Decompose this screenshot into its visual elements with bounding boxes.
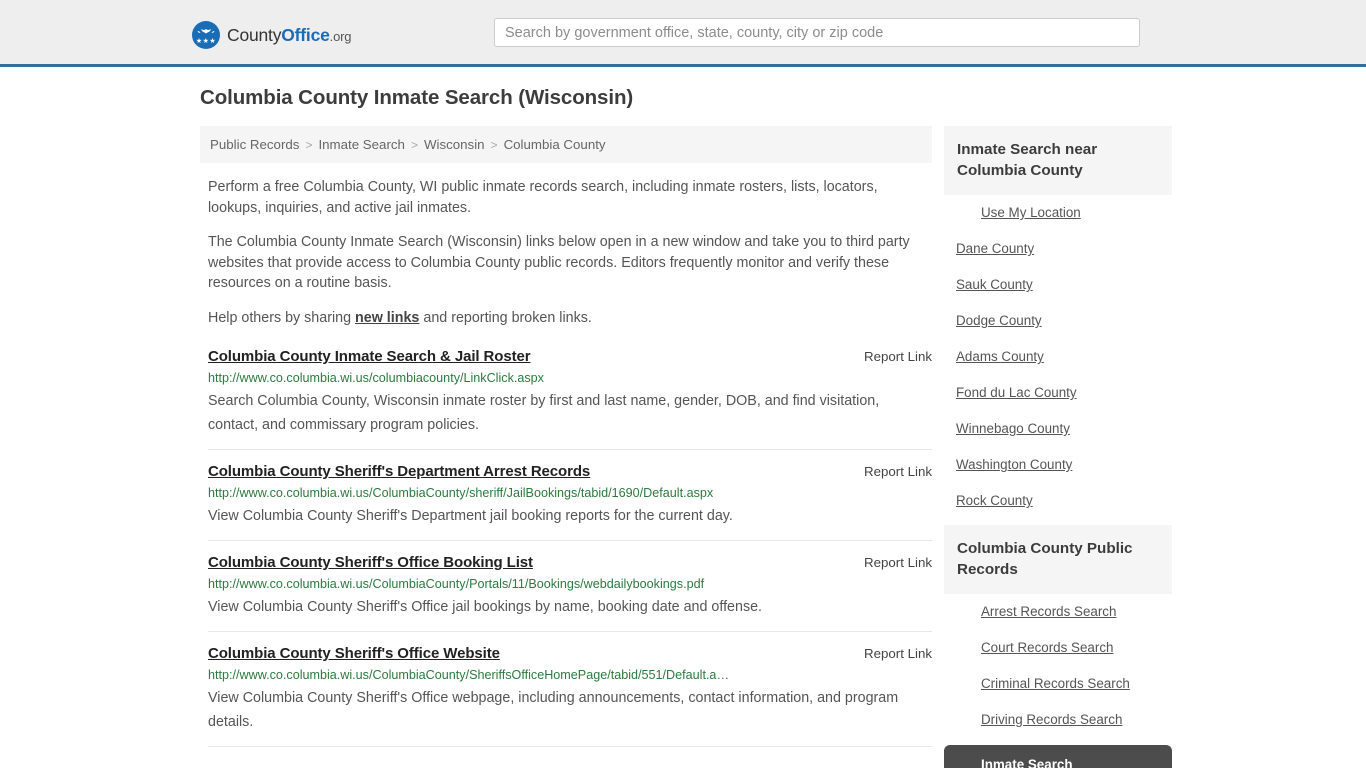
list-item: Use My Location bbox=[944, 195, 1172, 231]
report-link-button[interactable]: Report Link bbox=[850, 555, 932, 570]
sidebar-item-washington-county[interactable]: Washington County bbox=[944, 447, 1172, 483]
breadcrumb-separator: > bbox=[410, 137, 418, 152]
list-item: Winnebago County bbox=[944, 411, 1172, 447]
intro-paragraph-3: Help others by sharing new links and rep… bbox=[208, 308, 930, 329]
search-input[interactable] bbox=[494, 18, 1140, 47]
site-logo-text: CountyOffice.org bbox=[227, 25, 351, 46]
sidebar-public-records-list: Arrest Records Search Court Records Sear… bbox=[944, 594, 1172, 768]
result-description: View Columbia County Sheriff's Departmen… bbox=[208, 508, 733, 524]
list-item: Driving Records Search bbox=[944, 702, 1172, 738]
sidebar-item-use-my-location[interactable]: Use My Location bbox=[944, 195, 1172, 231]
logo-tld: .org bbox=[329, 28, 352, 44]
list-item: Fond du Lac County bbox=[944, 375, 1172, 411]
main-content: Public Records > Inmate Search > Wiscons… bbox=[200, 126, 932, 747]
new-links-link[interactable]: new links bbox=[355, 310, 419, 326]
breadcrumb-item-public-records[interactable]: Public Records bbox=[210, 137, 299, 152]
sidebar-item-adams-county[interactable]: Adams County bbox=[944, 339, 1172, 375]
result-title-link[interactable]: Columbia County Sheriff's Office Booking… bbox=[208, 554, 533, 571]
sidebar-item-dodge-county[interactable]: Dodge County bbox=[944, 303, 1172, 339]
sidebar-item-winnebago-county[interactable]: Winnebago County bbox=[944, 411, 1172, 447]
breadcrumb-item-inmate-search[interactable]: Inmate Search bbox=[318, 137, 404, 152]
result-description: View Columbia County Sheriff's Office we… bbox=[208, 690, 899, 730]
result-title-link[interactable]: Columbia County Sheriff's Department Arr… bbox=[208, 463, 590, 480]
sidebar-item-sauk-county[interactable]: Sauk County bbox=[944, 267, 1172, 303]
eagle-glyph bbox=[197, 29, 215, 34]
sidebar-nearby-list: Use My Location Dane County Sauk County … bbox=[944, 195, 1172, 519]
sidebar-item-driving-records-search[interactable]: Driving Records Search bbox=[944, 702, 1172, 738]
page-body: Columbia County Inmate Search (Wisconsin… bbox=[0, 67, 1366, 768]
sidebar-public-records-box: Columbia County Public Records Arrest Re… bbox=[944, 525, 1172, 768]
eagle-shield-icon: ★★★ bbox=[192, 21, 220, 49]
list-item: Criminal Records Search bbox=[944, 666, 1172, 702]
list-item: Sauk County bbox=[944, 267, 1172, 303]
result-title-link[interactable]: Columbia County Sheriff's Office Website bbox=[208, 645, 500, 662]
breadcrumb-separator: > bbox=[490, 137, 498, 152]
breadcrumb-separator: > bbox=[305, 137, 313, 152]
results-list: Columbia County Inmate Search & Jail Ros… bbox=[200, 348, 932, 747]
list-item: Dodge County bbox=[944, 303, 1172, 339]
result-description: View Columbia County Sheriff's Office ja… bbox=[208, 599, 763, 615]
result-item: Columbia County Sheriff's Office Website… bbox=[208, 632, 932, 747]
sidebar-public-records-heading: Columbia County Public Records bbox=[944, 525, 1172, 594]
logo-office: Office bbox=[281, 24, 330, 45]
breadcrumb-item-columbia-county[interactable]: Columbia County bbox=[504, 137, 606, 152]
sidebar-item-fond-du-lac-county[interactable]: Fond du Lac County bbox=[944, 375, 1172, 411]
result-url: http://www.co.columbia.wi.us/ColumbiaCou… bbox=[208, 668, 730, 682]
breadcrumb-item-wisconsin[interactable]: Wisconsin bbox=[424, 137, 485, 152]
intro-paragraph-2: The Columbia County Inmate Search (Wisco… bbox=[208, 234, 910, 291]
list-item: Court Records Search bbox=[944, 630, 1172, 666]
result-url: http://www.co.columbia.wi.us/columbiacou… bbox=[208, 371, 544, 385]
result-url: http://www.co.columbia.wi.us/ColumbiaCou… bbox=[208, 486, 714, 500]
sidebar: Inmate Search near Columbia County Use M… bbox=[944, 126, 1172, 768]
report-link-button[interactable]: Report Link bbox=[850, 349, 932, 364]
sidebar-item-inmate-search[interactable]: Inmate Search bbox=[944, 745, 1172, 768]
list-item: Rock County bbox=[944, 483, 1172, 519]
list-item: Washington County bbox=[944, 447, 1172, 483]
list-item: Dane County bbox=[944, 231, 1172, 267]
result-item: Columbia County Sheriff's Office Booking… bbox=[208, 541, 932, 632]
share-text-pre: Help others by sharing bbox=[208, 309, 356, 326]
stars-glyph: ★★★ bbox=[195, 38, 217, 45]
report-link-button[interactable]: Report Link bbox=[850, 464, 932, 479]
site-header: ★★★ CountyOffice.org bbox=[0, 0, 1366, 67]
result-title-link[interactable]: Columbia County Inmate Search & Jail Ros… bbox=[208, 348, 531, 365]
sidebar-item-criminal-records-search[interactable]: Criminal Records Search bbox=[944, 666, 1172, 702]
sidebar-nearby-box: Inmate Search near Columbia County Use M… bbox=[944, 126, 1172, 519]
logo-county: County bbox=[227, 24, 282, 45]
list-item: Adams County bbox=[944, 339, 1172, 375]
list-item-active: Inmate Search bbox=[944, 745, 1172, 768]
page-title: Columbia County Inmate Search (Wisconsin… bbox=[200, 86, 634, 109]
intro-paragraph-1: Perform a free Columbia County, WI publi… bbox=[208, 179, 878, 216]
result-url: http://www.co.columbia.wi.us/ColumbiaCou… bbox=[208, 577, 705, 591]
result-description: Search Columbia County, Wisconsin inmate… bbox=[208, 393, 880, 433]
sidebar-item-arrest-records-search[interactable]: Arrest Records Search bbox=[944, 594, 1172, 630]
result-item: Columbia County Inmate Search & Jail Ros… bbox=[208, 348, 932, 450]
sidebar-nearby-heading: Inmate Search near Columbia County bbox=[944, 126, 1172, 195]
result-item: Columbia County Sheriff's Department Arr… bbox=[208, 450, 932, 541]
sidebar-item-dane-county[interactable]: Dane County bbox=[944, 231, 1172, 267]
report-link-button[interactable]: Report Link bbox=[850, 646, 932, 661]
sidebar-item-rock-county[interactable]: Rock County bbox=[944, 483, 1172, 519]
share-text-post: and reporting broken links. bbox=[419, 309, 592, 326]
breadcrumb: Public Records > Inmate Search > Wiscons… bbox=[200, 126, 932, 163]
sidebar-item-court-records-search[interactable]: Court Records Search bbox=[944, 630, 1172, 666]
list-item: Arrest Records Search bbox=[944, 594, 1172, 630]
site-logo[interactable]: ★★★ CountyOffice.org bbox=[192, 21, 351, 49]
